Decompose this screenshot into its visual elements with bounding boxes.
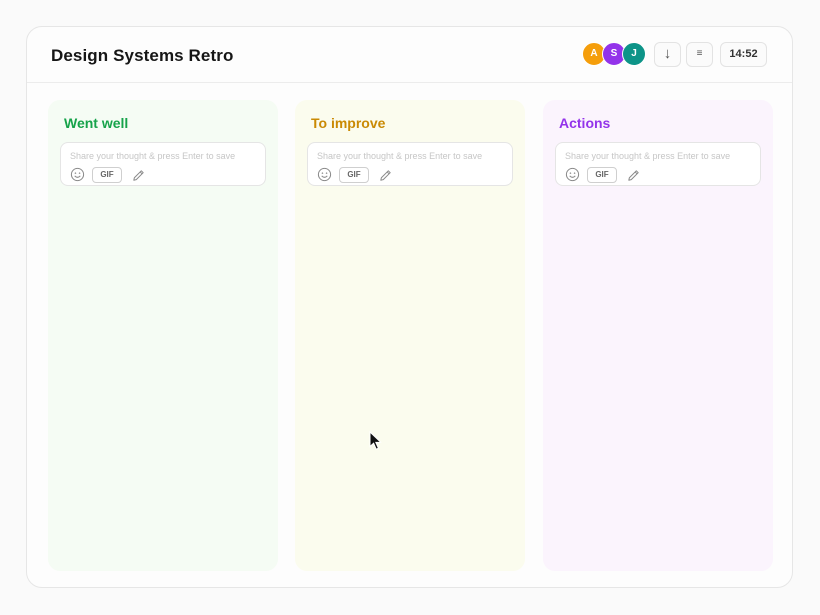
input-placeholder: Share your thought & press Enter to save — [565, 151, 731, 161]
emoji-icon[interactable] — [317, 167, 332, 182]
gif-button[interactable]: GIF — [92, 167, 122, 183]
input-placeholder: Share your thought & press Enter to save — [70, 151, 236, 161]
download-button[interactable]: ↓ — [654, 42, 681, 67]
column-actions: Actions Share your thought & press Enter… — [543, 100, 773, 571]
menu-icon: ≡ — [696, 48, 703, 59]
pencil-icon[interactable] — [626, 168, 641, 183]
emoji-icon[interactable] — [565, 167, 580, 182]
mouse-cursor-icon — [369, 431, 382, 450]
pencil-icon[interactable] — [131, 168, 146, 183]
menu-button[interactable]: ≡ — [686, 42, 713, 67]
input-placeholder: Share your thought & press Enter to save — [317, 151, 483, 161]
board-title: Design Systems Retro — [51, 46, 234, 65]
gif-button[interactable]: GIF — [587, 167, 617, 183]
thought-input[interactable]: Share your thought & press Enter to save… — [307, 142, 513, 186]
download-icon: ↓ — [663, 45, 672, 62]
thought-input[interactable]: Share your thought & press Enter to save… — [555, 142, 761, 186]
thought-input[interactable]: Share your thought & press Enter to save… — [60, 142, 266, 186]
timer-button[interactable]: 14:52 — [720, 42, 767, 67]
avatar[interactable]: J — [622, 42, 646, 66]
board-header: Design Systems Retro A S J ↓ ≡ 14:52 — [27, 27, 792, 83]
emoji-icon[interactable] — [70, 167, 85, 182]
retro-board-window: Design Systems Retro A S J ↓ ≡ 14:52 Wen… — [26, 26, 793, 588]
column-went-well: Went well Share your thought & press Ent… — [48, 100, 278, 571]
pencil-icon[interactable] — [378, 168, 393, 183]
column-title: To improve — [311, 115, 386, 131]
column-to-improve: To improve Share your thought & press En… — [295, 100, 525, 571]
gif-button[interactable]: GIF — [339, 167, 369, 183]
column-title: Went well — [64, 115, 129, 131]
column-title: Actions — [559, 115, 611, 131]
